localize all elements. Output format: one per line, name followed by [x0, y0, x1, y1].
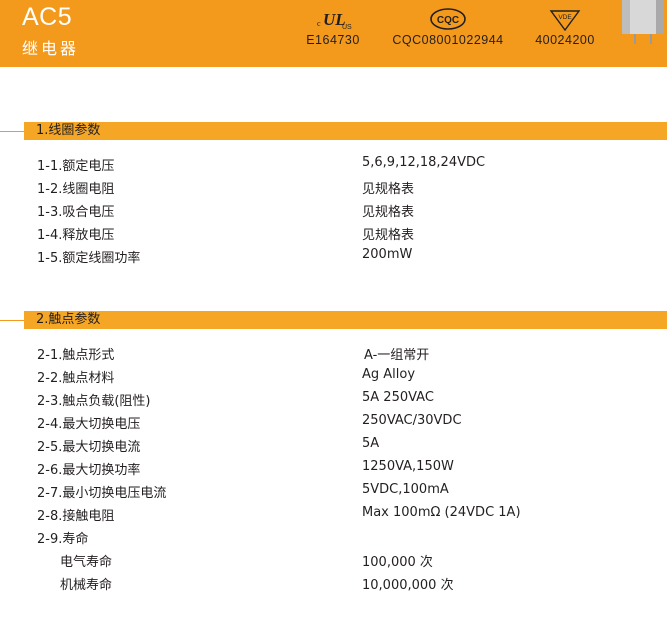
row-label: 2-8.接触电阻 [37, 509, 115, 524]
row-label: 1-1.额定电压 [37, 159, 115, 174]
row-label: 1-3.吸合电压 [37, 205, 115, 220]
row-label: 1-2.线圈电阻 [37, 182, 115, 197]
ul-certification: c UL US E164730 [300, 6, 366, 47]
row-value: 100,000 次 [362, 555, 433, 570]
svg-text:US: US [342, 24, 352, 31]
row-label: 1-5.额定线圈功率 [37, 251, 141, 266]
row-label: 2-7.最小切换电压电流 [37, 486, 167, 501]
row-label: 2-5.最大切换电流 [37, 440, 141, 455]
svg-text:VDE: VDE [558, 14, 572, 21]
section-coil-parameters: 1.线圈参数 [0, 122, 667, 140]
row-label: 2-9.寿命 [37, 532, 89, 547]
row-value: 250VAC/30VDC [362, 413, 462, 428]
section-rule [0, 131, 24, 132]
row-value: 见规格表 [362, 205, 415, 220]
ul-cert-number: E164730 [306, 33, 360, 47]
row-value: 200mW [362, 247, 413, 262]
svg-text:CQC: CQC [437, 15, 459, 26]
row-label: 2-6.最大切换功率 [37, 463, 141, 478]
row-value: 5VDC,100mA [362, 482, 449, 497]
cqc-cert-number: CQC08001022944 [392, 33, 504, 47]
row-label: 机械寿命 [60, 578, 113, 593]
row-label: 电气寿命 [60, 555, 113, 570]
row-value: A-一组常开 [364, 348, 430, 363]
section-bar-fill [24, 311, 667, 329]
relay-product-image [622, 0, 664, 44]
section-rule [0, 320, 24, 321]
ul-logo-icon: c UL US [300, 6, 366, 32]
row-label: 1-4.释放电压 [37, 228, 115, 243]
section-contact-parameters: 2.触点参数 [0, 311, 667, 329]
row-value: 10,000,000 次 [362, 578, 454, 593]
row-value: 5A [362, 436, 380, 451]
cqc-certification: CQC CQC08001022944 [380, 6, 516, 47]
row-value: 5,6,9,12,18,24VDC [362, 155, 486, 170]
section-title: 2.触点参数 [36, 312, 101, 327]
row-value: Ag Alloy [362, 367, 416, 382]
row-value: 见规格表 [362, 182, 415, 197]
row-value: 1250VA,150W [362, 459, 454, 474]
vde-cert-number: 40024200 [535, 33, 595, 47]
row-label: 2-2.触点材料 [37, 371, 115, 386]
vde-logo-icon: VDE [528, 6, 602, 32]
section-title: 1.线圈参数 [36, 123, 101, 138]
product-type: 继电器 [22, 39, 80, 58]
row-value: 5A 250VAC [362, 390, 434, 405]
section-bar-fill [24, 122, 667, 140]
vde-certification: VDE 40024200 [528, 6, 602, 47]
row-value: 见规格表 [362, 228, 415, 243]
row-value: Max 100mΩ (24VDC 1A) [362, 505, 521, 520]
row-label: 2-1.触点形式 [37, 348, 115, 363]
model-name: AC5 [22, 3, 73, 31]
row-label: 2-4.最大切换电压 [37, 417, 141, 432]
header-banner: AC5 继电器 c UL US E164730 CQC CQC080010229… [0, 0, 667, 67]
row-label: 2-3.触点负载(阻性) [37, 394, 151, 409]
svg-text:c: c [317, 19, 321, 28]
cqc-logo-icon: CQC [380, 6, 516, 32]
